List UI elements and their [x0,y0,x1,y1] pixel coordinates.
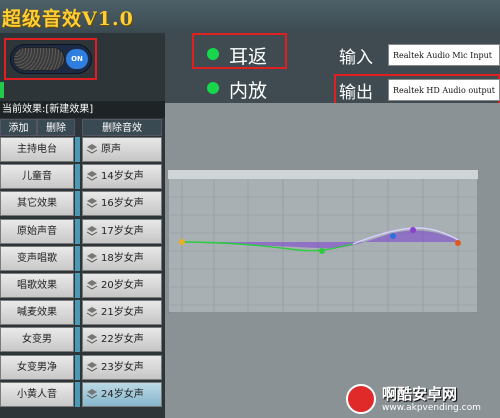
row-separator [75,300,80,326]
status-indicator [0,82,4,98]
effect-item[interactable]: 14岁女声 [82,164,162,190]
power-toggle[interactable]: ON [10,44,92,74]
effect-item[interactable]: 17岁女声 [82,218,162,244]
output-device-select[interactable]: Realtek HD Audio output [388,79,500,101]
stack-icon [86,225,98,236]
toggle-on-label: ON [66,49,88,69]
effect-item[interactable]: 16岁女声 [82,191,162,217]
delete-button[interactable]: 删除 [37,119,75,136]
effect-label: 20岁女声 [101,280,144,291]
output-label: 输出 [339,83,373,103]
row-separator [75,245,80,271]
effect-item[interactable]: 20岁女声 [82,273,162,298]
stack-icon [86,171,98,181]
title-bar: 超级音效V1.0 [0,0,500,33]
earback-label[interactable]: 耳返 [229,42,267,69]
power-toggle-highlight: ON [4,38,97,80]
effect-label: 18岁女声 [101,252,144,264]
add-button[interactable]: 添加 [0,119,37,136]
row-separator [75,354,80,380]
effect-item[interactable]: 18岁女声 [82,245,162,271]
watermark-text: 啊酷安卓网 [382,385,458,403]
effect-label: 23岁女声 [101,361,144,373]
delete-effect-button[interactable]: 删除音效 [82,119,162,136]
app-title: 超级音效V1.0 [2,8,134,30]
internal-indicator-icon[interactable] [207,82,219,94]
internal-label[interactable]: 内放 [229,76,267,103]
preset-button[interactable]: 唱歌效果 [0,273,74,298]
earback-indicator-icon[interactable] [207,48,219,60]
effect-label: 16岁女声 [101,198,144,210]
stack-icon [86,198,98,208]
stack-icon [86,307,98,317]
watermark: 啊酷安卓网 www.akpvending.com [344,382,494,416]
preset-button[interactable]: 女变男净 [0,354,74,380]
stack-icon [86,361,98,372]
row-separator [75,191,80,217]
row-separator [75,218,80,244]
stack-icon [86,144,98,154]
stack-icon [86,280,98,290]
effect-item[interactable]: 23岁女声 [82,354,162,380]
preset-button[interactable]: 变声唱歌 [0,245,74,271]
preset-button[interactable]: 其它效果 [0,191,74,217]
row-separator [75,137,80,162]
watermark-logo-icon [346,384,376,414]
row-separator [75,327,80,353]
equalizer-graph[interactable] [168,170,478,313]
effect-label: 21岁女声 [101,307,144,319]
effect-item[interactable]: 原声 [82,137,162,162]
stack-icon [86,334,98,344]
effect-item[interactable]: 21岁女声 [82,300,162,326]
row-separator [75,273,80,298]
effect-label: 17岁女声 [101,225,144,237]
effect-label: 14岁女声 [101,171,144,183]
row-separator [75,381,80,407]
watermark-url: www.akpvending.com [382,403,481,413]
toggle-knob[interactable] [13,47,65,71]
preset-button[interactable]: 儿童音 [0,164,74,190]
effect-label: 原声 [101,144,121,155]
effect-label: 24岁女声 [101,388,144,400]
current-effect-label: 当前效果:[新建效果] [0,101,165,118]
stack-icon [86,252,98,263]
input-device-select[interactable]: Realtek Audio Mic Input [388,44,500,66]
effect-item[interactable]: 22岁女声 [82,327,162,353]
effect-label: 22岁女声 [101,334,144,346]
row-separator [75,164,80,190]
preset-button[interactable]: 小黄人音 [0,381,74,407]
preset-button[interactable]: 女变男 [0,327,74,353]
effect-item[interactable]: 24岁女声 [82,381,162,407]
preset-button[interactable]: 主持电台 [0,137,74,162]
stack-icon [86,388,98,399]
input-label: 输入 [339,48,373,68]
preset-button[interactable]: 原始声音 [0,218,74,244]
preset-button[interactable]: 喊麦效果 [0,300,74,326]
